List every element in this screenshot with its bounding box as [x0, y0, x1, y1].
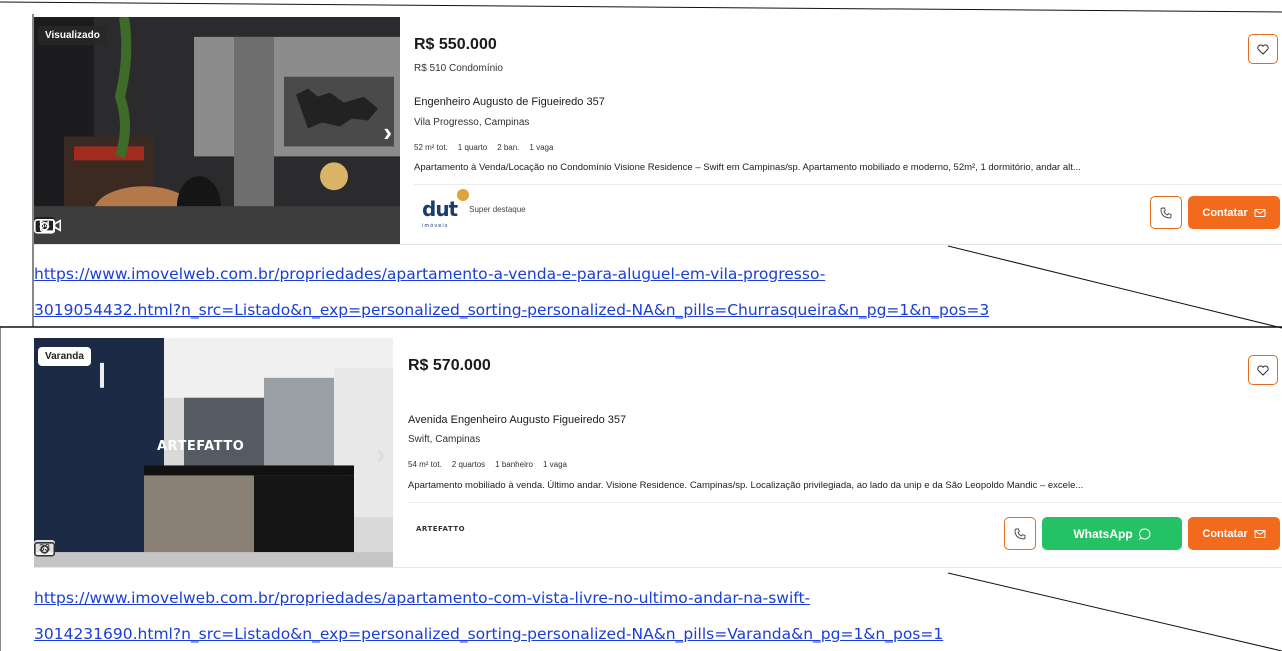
mail-icon — [1254, 208, 1266, 217]
contact-button-label: Contatar — [1202, 206, 1248, 219]
video-icon — [40, 219, 62, 232]
medal-icon — [457, 189, 470, 201]
camera-icon — [34, 542, 56, 557]
favorite-button[interactable] — [1248, 355, 1278, 385]
feature-area: 52 m² tot. — [414, 143, 448, 152]
mail-icon — [1254, 529, 1266, 538]
chevron-right-icon[interactable]: › — [376, 439, 385, 470]
listing-actions: WhatsApp Contatar — [1004, 517, 1280, 550]
divider — [414, 184, 1282, 185]
listing-card[interactable]: Visualizado › 34 R$ 550.000 R$ 510 Condo… — [34, 17, 1282, 245]
listing-actions: Contatar — [1150, 196, 1280, 229]
advertiser-logo-sub: imóveis — [422, 223, 449, 229]
listing-description[interactable]: Apartamento à Venda/Locação no Condomíni… — [414, 162, 1242, 173]
listing-tag: Visualizado — [38, 26, 107, 45]
listing-description[interactable]: Apartamento mobiliado à venda. Último an… — [408, 480, 1236, 491]
advertiser[interactable]: dut imóveis Super destaque — [422, 189, 526, 229]
contact-button[interactable]: Contatar — [1188, 196, 1280, 229]
heart-icon — [1257, 43, 1269, 55]
highlight-badge: Super destaque — [469, 204, 526, 214]
whatsapp-icon — [1138, 528, 1151, 540]
phone-icon — [1160, 207, 1172, 218]
phone-button[interactable] — [1004, 517, 1036, 550]
feature-rooms: 2 quartos — [451, 460, 486, 469]
contact-button[interactable]: Contatar — [1188, 517, 1280, 550]
whatsapp-button[interactable]: WhatsApp — [1042, 517, 1182, 550]
listing-url-line-2[interactable]: 3014231690.html?n_src=Listado&n_exp=pers… — [34, 625, 943, 643]
divider — [408, 502, 1282, 503]
feature-parking: 1 vaga — [529, 143, 554, 152]
chevron-right-icon[interactable]: › — [383, 117, 392, 148]
listing-info: R$ 570.000 Avenida Engenheiro Augusto Fi… — [408, 338, 1282, 567]
whatsapp-button-label: WhatsApp — [1073, 526, 1133, 541]
photo-count-box: 34 — [34, 217, 62, 234]
feature-parking: 1 vaga — [542, 460, 567, 469]
phone-icon — [1014, 528, 1026, 539]
feature-area: 54 m² tot. — [408, 460, 442, 469]
listing-section-1: Visualizado › 34 R$ 550.000 R$ 510 Condo… — [0, 0, 1282, 327]
phone-button[interactable] — [1150, 196, 1182, 229]
listing-tag: Varanda — [38, 347, 91, 366]
photo-watermark: ARTEFATTO — [157, 439, 245, 454]
heart-icon — [1257, 364, 1269, 376]
listing-address[interactable]: Engenheiro Augusto de Figueiredo 357 — [414, 96, 605, 108]
listing-locality: Swift, Campinas — [408, 434, 481, 445]
photo-count: 33 — [34, 540, 56, 557]
listing-features: 54 m² tot. 2 quartos 1 banheiro 1 vaga — [408, 460, 567, 469]
photo-image — [34, 17, 400, 244]
listing-locality: Vila Progresso, Campinas — [414, 117, 530, 128]
condominium-fee: R$ 510 Condomínio — [414, 63, 503, 74]
listing-url-line-1[interactable]: https://www.imovelweb.com.br/propriedade… — [34, 589, 810, 607]
listing-address[interactable]: Avenida Engenheiro Augusto Figueiredo 35… — [408, 414, 626, 426]
feature-rooms: 1 quarto — [457, 143, 488, 152]
favorite-button[interactable] — [1248, 34, 1278, 64]
photo-count: 34 — [34, 217, 62, 234]
listing-url-line-1[interactable]: https://www.imovelweb.com.br/propriedade… — [34, 265, 825, 283]
listing-price: R$ 550.000 — [414, 36, 497, 53]
listing-url-line-2[interactable]: 3019054432.html?n_src=Listado&n_exp=pers… — [34, 301, 989, 319]
listing-photo[interactable]: Varanda ARTEFATTO › 33 — [34, 338, 393, 567]
advertiser[interactable]: ARTEFATTO — [416, 525, 465, 533]
listing-section-2: Varanda ARTEFATTO › 33 R$ 570.000 Avenid… — [0, 327, 1282, 651]
feature-bathrooms: 2 ban. — [497, 143, 520, 152]
advertiser-logo[interactable]: dut imóveis — [422, 189, 470, 229]
advertiser-logo[interactable]: ARTEFATTO — [416, 525, 465, 533]
listing-card[interactable]: Varanda ARTEFATTO › 33 R$ 570.000 Avenid… — [34, 338, 1282, 568]
photo-count-box: 33 — [34, 540, 56, 557]
listing-info: R$ 550.000 R$ 510 Condomínio Engenheiro … — [414, 17, 1282, 244]
listing-price: R$ 570.000 — [408, 357, 491, 374]
listing-photo[interactable]: Visualizado › 34 — [34, 17, 400, 244]
contact-button-label: Contatar — [1202, 527, 1248, 540]
advertiser-logo-text: dut — [422, 197, 458, 221]
feature-bathrooms: 1 banheiro — [495, 460, 533, 469]
listing-features: 52 m² tot. 1 quarto 2 ban. 1 vaga — [414, 143, 553, 152]
